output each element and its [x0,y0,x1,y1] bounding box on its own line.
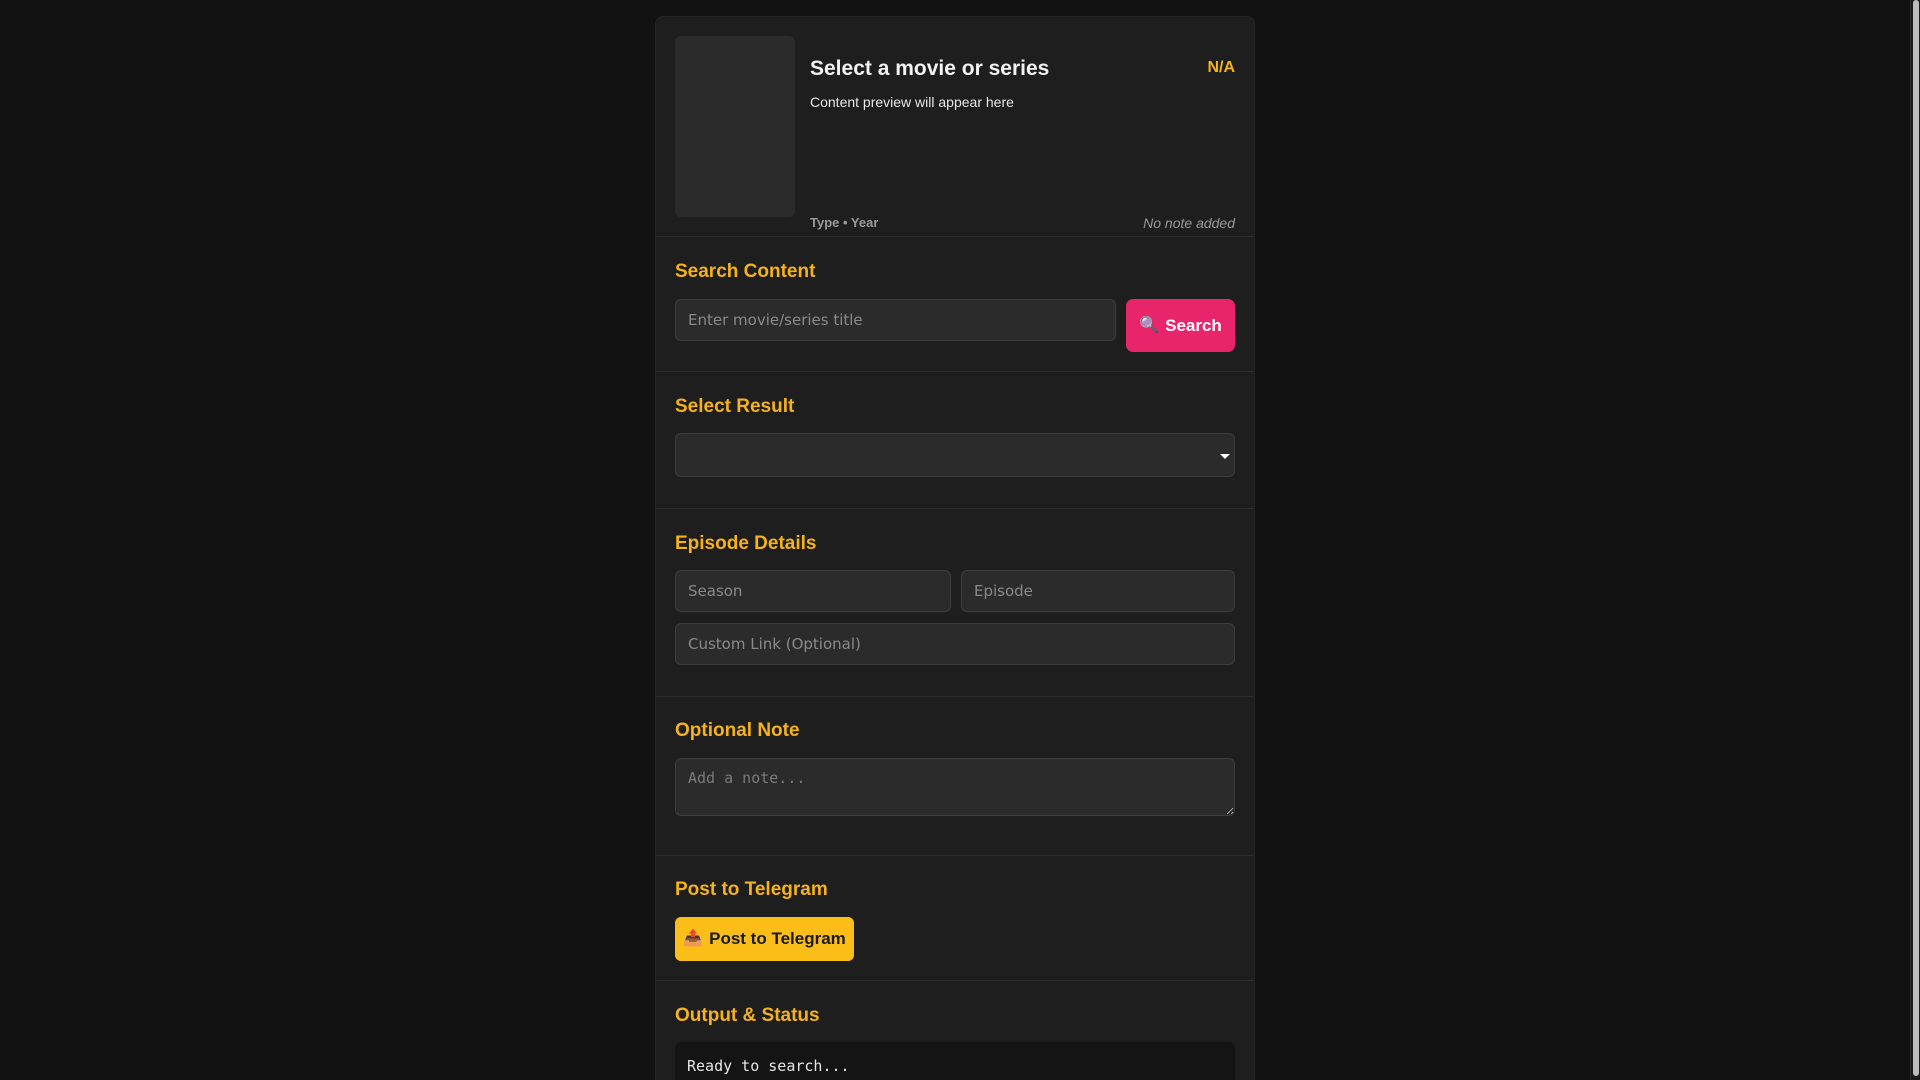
preview-description: Content preview will appear here [810,94,1014,110]
select-result-title: Select Result [675,396,795,417]
post-to-telegram-button[interactable]: 📤 Post to Telegram [675,917,854,961]
main-panel: Select a movie or series N/A Content pre… [655,16,1255,1080]
output-section-title: Output & Status [675,1005,820,1026]
post-button-label: Post to Telegram [709,929,846,948]
preview-title: Select a movie or series [810,57,1050,80]
search-button-label: Search [1165,315,1222,335]
scrollbar-thumb[interactable] [1913,0,1919,1076]
search-input[interactable] [675,299,1116,341]
output-console: Ready to search... [675,1042,1235,1080]
content-preview-card: Select a movie or series N/A Content pre… [675,36,1235,231]
search-icon: 🔍 [1139,316,1160,334]
page-scrollbar[interactable] [1910,0,1920,1080]
caret-down-icon [1220,454,1230,459]
preview-note: No note added [1143,215,1235,231]
search-section-title: Search Content [675,261,816,282]
custom-link-input[interactable] [675,623,1235,665]
episode-details-title: Episode Details [675,533,817,554]
outbox-icon: 📤 [683,930,704,947]
output-text: Ready to search... [687,1057,850,1075]
divider [656,508,1254,509]
divider [656,980,1254,981]
preview-rating: N/A [1207,59,1235,76]
poster-placeholder [675,36,795,217]
season-input[interactable] [675,570,951,612]
preview-type-year: Type • Year [810,215,879,230]
page: Select a movie or series N/A Content pre… [0,0,1920,1080]
divider [656,371,1254,372]
note-textarea[interactable] [675,758,1235,816]
optional-note-title: Optional Note [675,720,800,741]
divider [656,236,1254,237]
divider [656,855,1254,856]
episode-input[interactable] [961,570,1235,612]
telegram-section-title: Post to Telegram [675,879,828,900]
result-select[interactable] [675,433,1235,477]
divider [656,696,1254,697]
search-button[interactable]: 🔍 Search [1126,299,1235,352]
